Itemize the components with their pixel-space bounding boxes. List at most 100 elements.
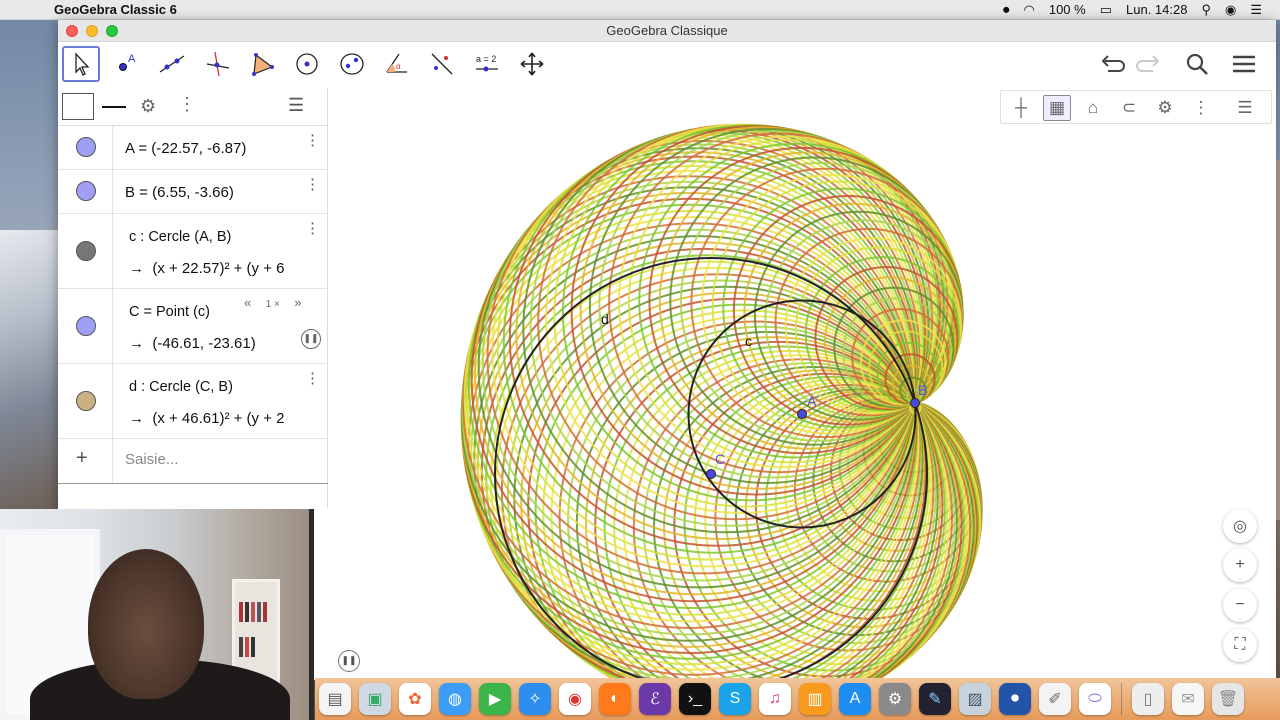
algebra-text[interactable]: A = (-22.57, -6.87) [125,140,246,157]
title-bar: GeoGebra Classique [58,20,1276,42]
notification-center-icon[interactable]: ☰ [1250,2,1262,18]
color-style-button[interactable] [62,93,94,120]
row-menu-icon[interactable]: ⋮ [305,219,320,237]
ibooks-author-icon[interactable]: ✎ [919,683,951,715]
itunes-icon[interactable]: ♫ [759,683,791,715]
messages-icon[interactable]: ◍ [439,683,471,715]
ellipse-tool-button[interactable] [333,46,371,82]
visibility-toggle[interactable] [76,137,96,157]
zoom-in-button[interactable]: + [1223,548,1257,582]
pause-animation-button[interactable]: ❚❚ [301,329,321,349]
label-d: d [601,311,609,327]
home-button[interactable]: ⌂ [1079,95,1107,121]
algebra-input-row[interactable]: + Saisie... [58,439,328,484]
move-tool-button[interactable] [62,46,100,82]
point-A[interactable] [797,409,807,419]
chrome-icon[interactable]: ◉ [559,683,591,715]
fullscreen-button[interactable]: ⛶ [1223,628,1257,662]
firefox-icon[interactable]: ◐ [599,683,631,715]
wifi-icon[interactable]: ◠ [1024,2,1035,18]
graphics-view[interactable]: B A Cc d ┼ ▦ ⌂ ⊂ ⚙ ⋮ ☰ ◎ + − ⛶ ❚❚ [330,88,1276,716]
locate-icon[interactable]: ◎ [1223,509,1257,543]
search-button[interactable] [1178,46,1216,82]
siri-icon[interactable]: ◉ [1225,2,1236,18]
algebra-definition[interactable]: d : Cercle (C, B) [129,379,233,395]
algebra-row-A[interactable]: A = (-22.57, -6.87) ⋮ [58,126,328,170]
trash-icon[interactable]: 🗑 [1212,683,1244,715]
graphics-more-icon[interactable]: ⋮ [1187,95,1215,121]
visibility-toggle[interactable] [76,241,96,261]
safari-icon[interactable]: ✧ [519,683,551,715]
row-menu-icon[interactable]: ⋮ [305,131,320,149]
undo-icon [1101,55,1125,72]
polygon-tool-button[interactable] [243,46,281,82]
algebra-value[interactable]: → (-46.61, -23.61) [129,335,327,352]
line-style-button[interactable] [102,106,126,108]
add-icon[interactable]: + [76,447,88,470]
settings-gear-icon[interactable]: ⚙ [140,96,156,117]
grid-toggle-button[interactable]: ▦ [1043,95,1071,121]
point-capture-button[interactable]: ⊂ [1115,95,1143,121]
emacs-icon[interactable]: ℰ [639,683,671,715]
graphics-canvas[interactable]: B A Cc d [330,88,1276,716]
visibility-toggle[interactable] [76,181,96,201]
circle-tool-button[interactable] [288,46,326,82]
zoom-out-button[interactable]: − [1223,588,1257,622]
animation-speed-control[interactable]: « 1 × » [244,295,302,310]
more-options-icon[interactable]: ⋮ [178,94,196,115]
label-c: c [745,333,752,349]
algebra-value[interactable]: → (x + 22.57)² + (y + 6 [129,260,327,277]
screen-recorder-icon[interactable]: ⏺ [999,683,1031,715]
app-store-icon[interactable]: A [839,683,871,715]
move-graphics-tool-button[interactable] [513,46,551,82]
books-icon[interactable]: ▥ [799,683,831,715]
redo-button[interactable] [1130,46,1168,82]
point-B[interactable] [910,398,920,408]
axes-toggle-button[interactable]: ┼ [1007,95,1035,121]
preview-icon[interactable]: ▣ [359,683,391,715]
circle-icon [296,53,318,75]
facetime-icon[interactable]: ▶ [479,683,511,715]
image-capture-icon[interactable]: ▨ [959,683,991,715]
algebra-input[interactable]: Saisie... [125,451,178,468]
row-menu-icon[interactable]: ⋮ [305,175,320,193]
textedit-icon[interactable]: ✐ [1039,683,1071,715]
visibility-toggle[interactable] [76,391,96,411]
algebra-text[interactable]: B = (6.55, -3.66) [125,184,234,201]
reflect-tool-button[interactable] [423,46,461,82]
undo-button[interactable] [1093,46,1131,82]
clock[interactable]: Lun. 14:28 [1126,2,1187,17]
visibility-toggle[interactable] [76,316,96,336]
algebra-row-C[interactable]: C = Point (c) « 1 × » → (-46.61, -23.61)… [58,289,328,364]
row-menu-icon[interactable]: ⋮ [305,369,320,387]
algebra-value[interactable]: → (x + 46.61)² + (y + 2 [129,410,327,427]
mail-icon[interactable]: ✉ [1172,683,1204,715]
skype-icon[interactable]: S [719,683,751,715]
photos-icon[interactable]: ✿ [399,683,431,715]
graphics-settings-icon[interactable]: ⚙ [1151,95,1179,121]
spotlight-icon[interactable]: ⚲ [1201,2,1211,18]
algebra-row-B[interactable]: B = (6.55, -3.66) ⋮ [58,170,328,214]
point-tool-button[interactable]: A [108,46,146,82]
algebra-row-d[interactable]: d : Cercle (C, B) → (x + 46.61)² + (y + … [58,364,328,439]
main-menu-button[interactable] [1225,46,1263,82]
screen-record-icon[interactable]: ⏺ [1003,2,1010,18]
perpendicular-line-tool-button[interactable] [198,46,236,82]
terminal-icon[interactable]: ›_ [679,683,711,715]
algebra-sort-icon[interactable]: ☰ [288,95,304,116]
system-preferences-icon[interactable]: ⚙ [879,683,911,715]
algebra-row-c[interactable]: c : Cercle (A, B) → (x + 22.57)² + (y + … [58,214,328,289]
app-menu-name[interactable]: GeoGebra Classic 6 [54,2,177,17]
algebra-definition[interactable]: c : Cercle (A, B) [129,229,231,245]
angle-tool-button[interactable]: α [378,46,416,82]
animation-pause-button[interactable]: ❚❚ [338,650,360,672]
geogebra-icon[interactable]: ⬭ [1079,683,1111,715]
battery-icon[interactable]: ▭ [1100,2,1112,18]
slider-tool-button[interactable]: a = 2 [468,46,506,82]
line-tool-button[interactable] [153,46,191,82]
algebra-definition[interactable]: C = Point (c) [129,304,210,320]
point-C[interactable] [706,469,716,479]
files-icon[interactable]: ▯ [1132,683,1164,715]
finder-icon[interactable]: ▤ [319,683,351,715]
style-bar-toggle-icon[interactable]: ☰ [1231,95,1259,121]
